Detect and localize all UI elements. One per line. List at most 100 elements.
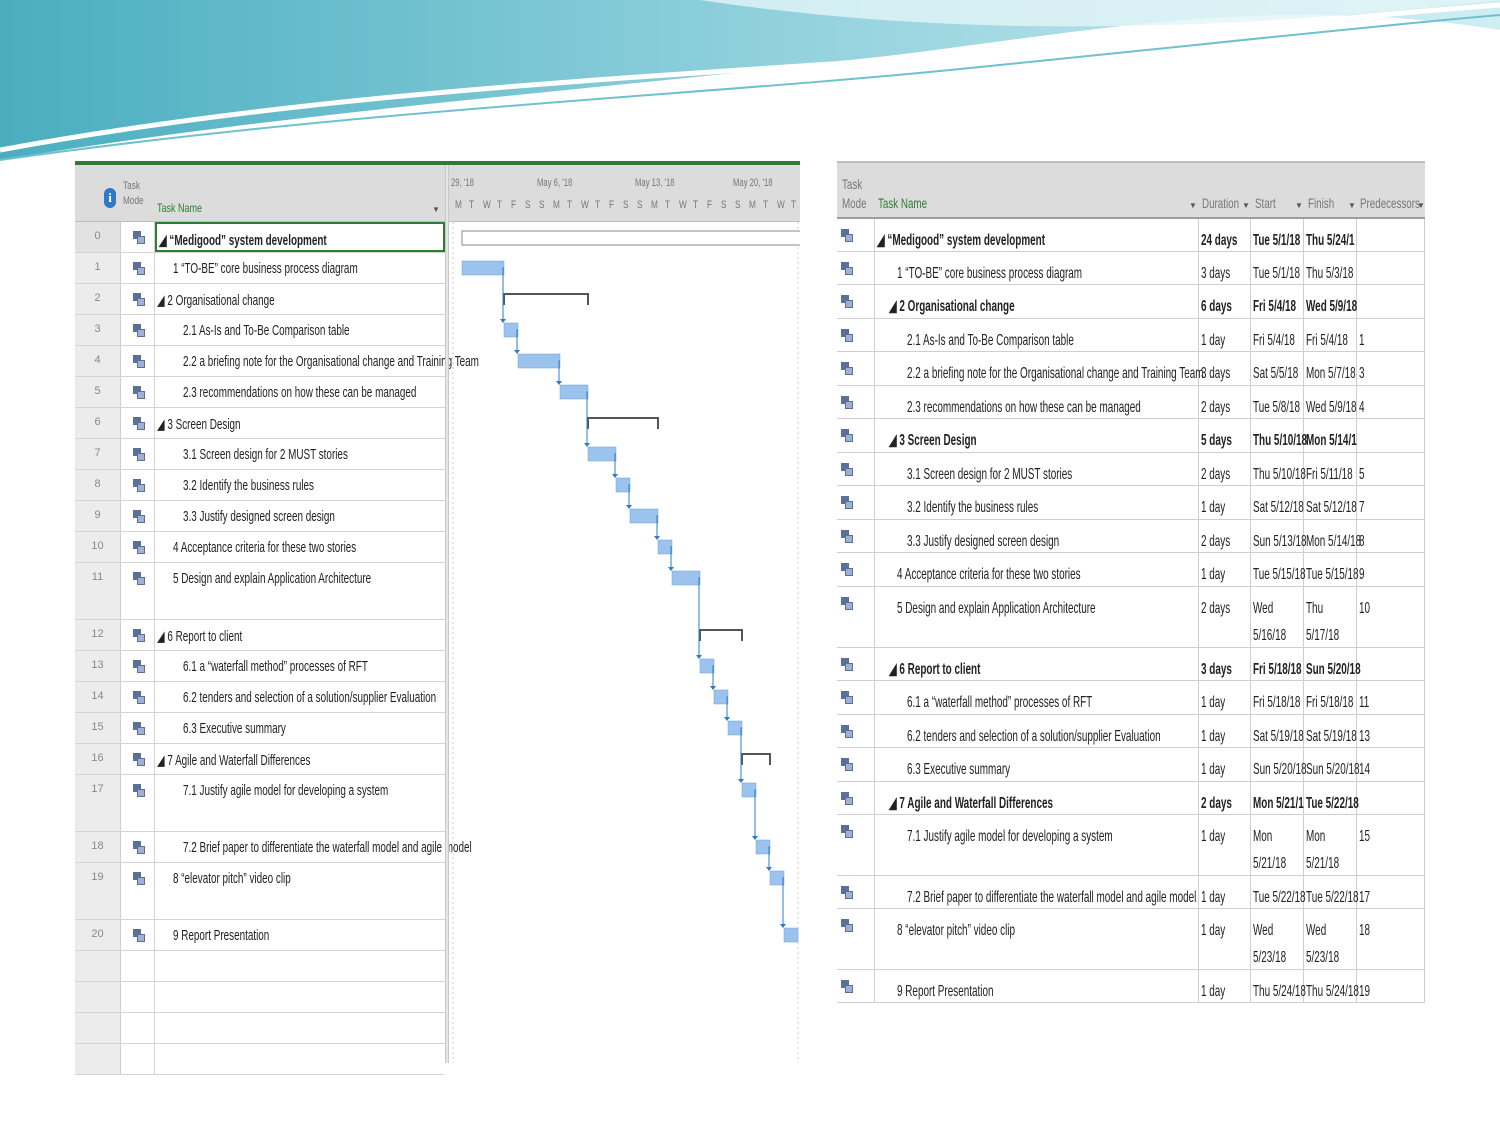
task-mode-cell[interactable]	[837, 285, 875, 318]
task-bar[interactable]	[727, 720, 743, 736]
task-mode-cell[interactable]	[837, 782, 875, 814]
predecessors-cell[interactable]: 18	[1357, 909, 1425, 969]
task-name-cell[interactable]: 6.2 tenders and selection of a solution/…	[155, 682, 445, 712]
task-bar[interactable]	[503, 322, 519, 338]
summary-bar[interactable]	[699, 629, 743, 641]
table-row[interactable]: ◢ 2 Organisational change 6 days Fri 5/4/1…	[837, 285, 1425, 319]
task-bar[interactable]	[629, 508, 659, 524]
table-row[interactable]: 9 3.3 Justify designed screen design	[75, 501, 445, 532]
task-mode-cell[interactable]	[121, 920, 155, 950]
row-id[interactable]: 2	[75, 284, 121, 314]
row-id[interactable]: 0	[75, 222, 121, 252]
task-mode-cell[interactable]	[837, 648, 875, 680]
task-mode-cell[interactable]	[837, 970, 875, 1002]
task-name-cell[interactable]: 2.3 recommendations on how these can be …	[875, 386, 1199, 418]
task-mode-cell[interactable]	[837, 520, 875, 552]
start-cell[interactable]: Sun 5/20/18	[1251, 748, 1307, 781]
task-name-cell[interactable]: 2.3 recommendations on how these can be …	[155, 377, 445, 407]
duration-cell[interactable]: 1 day	[1199, 553, 1251, 586]
table-row[interactable]: ◢ “Medigood” system development 24 days Tu…	[837, 219, 1425, 252]
duration-cell[interactable]: 3 days	[1199, 648, 1251, 680]
predecessors-cell[interactable]: 9	[1357, 553, 1425, 586]
start-cell[interactable]: Tue 5/22/18	[1251, 876, 1306, 908]
table-row[interactable]: 1 “TO-BE” core business process diagram 3…	[837, 252, 1425, 285]
predecessors-cell[interactable]: 1	[1357, 319, 1425, 351]
task-mode-cell[interactable]	[121, 284, 155, 314]
task-name-cell[interactable]: 5 Design and explain Application Archite…	[875, 587, 1199, 647]
info-icon[interactable]: i	[104, 188, 116, 208]
task-name-cell[interactable]: 2.1 As-Is and To-Be Comparison table	[155, 315, 445, 345]
row-id[interactable]: 5	[75, 377, 121, 407]
start-cell[interactable]: Tue 5/15/18	[1251, 553, 1306, 586]
table-row[interactable]: 13 6.1 a “waterfall method” processes of …	[75, 651, 445, 682]
row-id[interactable]: 20	[75, 920, 121, 950]
predecessors-cell[interactable]: 11	[1357, 681, 1425, 714]
task-name-cell[interactable]: 4 Acceptance criteria for these two stor…	[875, 553, 1199, 586]
task-name-cell[interactable]: 8 “elevator pitch” video clip	[875, 909, 1199, 969]
finish-cell[interactable]: Sun 5/20/18	[1304, 648, 1361, 680]
row-id[interactable]: 16	[75, 744, 121, 774]
empty-row[interactable]	[75, 982, 445, 1013]
task-mode-cell[interactable]	[121, 620, 155, 650]
duration-cell[interactable]: 1 day	[1199, 815, 1251, 875]
table-row[interactable]: 0 ◢ “Medigood” system development	[75, 222, 445, 253]
start-cell[interactable]: Thu 5/10/18	[1251, 419, 1307, 452]
task-name-cell[interactable]: ◢ 2 Organisational change	[875, 285, 1199, 318]
task-bar[interactable]	[517, 353, 561, 369]
task-mode-cell[interactable]	[837, 748, 875, 781]
duration-cell[interactable]: 2 days	[1199, 520, 1251, 552]
task-mode-cell[interactable]	[121, 439, 155, 469]
task-name-cell[interactable]: 6.2 tenders and selection of a solution/…	[875, 715, 1199, 747]
finish-cell[interactable]: Fri 5/4/18	[1304, 319, 1357, 351]
start-cell[interactable]: Mon 5/21/1	[1251, 782, 1304, 814]
task-bar[interactable]	[713, 689, 729, 705]
row-id[interactable]: 3	[75, 315, 121, 345]
chevron-down-icon[interactable]: ▼	[1242, 201, 1250, 210]
finish-cell[interactable]: Fri 5/11/18	[1304, 453, 1357, 485]
predecessors-cell[interactable]	[1357, 219, 1425, 251]
table-row[interactable]: 7 3.1 Screen design for 2 MUST stories	[75, 439, 445, 470]
duration-cell[interactable]: 1 day	[1199, 715, 1251, 747]
table-row[interactable]: 16 ◢ 7 Agile and Waterfall Differences	[75, 744, 445, 775]
summary-bar[interactable]	[741, 753, 771, 765]
table-row[interactable]: 1 1 “TO-BE” core business process diagram	[75, 253, 445, 284]
start-cell[interactable]: Fri 5/18/18	[1251, 681, 1304, 714]
chevron-down-icon[interactable]: ▼	[1348, 201, 1356, 210]
chevron-down-icon[interactable]: ▼	[432, 205, 440, 214]
row-id[interactable]: 11	[75, 563, 121, 619]
row-id[interactable]: 12	[75, 620, 121, 650]
task-mode-cell[interactable]	[121, 470, 155, 500]
task-name-cell[interactable]: 5 Design and explain Application Archite…	[155, 563, 445, 619]
finish-header[interactable]: Finish	[1308, 195, 1334, 211]
start-cell[interactable]: Thu 5/10/18	[1251, 453, 1306, 485]
row-id[interactable]: 6	[75, 408, 121, 438]
table-row[interactable]: 5 Design and explain Application Archite…	[837, 587, 1425, 648]
duration-cell[interactable]: 1 day	[1199, 876, 1251, 908]
task-mode-cell[interactable]	[121, 563, 155, 619]
row-id[interactable]: 7	[75, 439, 121, 469]
table-row[interactable]: 3.1 Screen design for 2 MUST stories 2 da…	[837, 453, 1425, 486]
table-row[interactable]: 6.2 tenders and selection of a solution/…	[837, 715, 1425, 748]
task-bar[interactable]	[559, 384, 589, 400]
task-mode-header[interactable]: Task Mode	[842, 175, 870, 213]
task-name-cell[interactable]: 7.2 Brief paper to differentiate the wat…	[875, 876, 1199, 908]
task-mode-cell[interactable]	[121, 222, 155, 252]
task-name-cell[interactable]: 2.2 a briefing note for the Organisation…	[155, 346, 479, 376]
task-name-cell[interactable]: 1 “TO-BE” core business process diagram	[875, 252, 1199, 284]
finish-cell[interactable]: Sat 5/19/18	[1304, 715, 1357, 747]
table-row[interactable]: 3.3 Justify designed screen design 2 days…	[837, 520, 1425, 553]
finish-cell[interactable]: Sun 5/20/18	[1304, 748, 1360, 781]
table-row[interactable]: 12 ◢ 6 Report to client	[75, 620, 445, 651]
task-mode-cell[interactable]	[837, 553, 875, 586]
duration-cell[interactable]: 3 days	[1199, 252, 1251, 284]
task-name-cell[interactable]: 6.3 Executive summary	[155, 713, 445, 743]
table-row[interactable]: 18 7.2 Brief paper to differentiate the w…	[75, 832, 472, 863]
table-row[interactable]: 6.1 a “waterfall method” processes of RF…	[837, 681, 1425, 715]
task-name-cell[interactable]: 6.1 a “waterfall method” processes of RF…	[875, 681, 1199, 714]
task-mode-cell[interactable]	[837, 319, 875, 351]
task-mode-cell[interactable]	[121, 682, 155, 712]
task-name-cell[interactable]: ◢ 3 Screen Design	[155, 408, 445, 438]
table-row[interactable]: 6 ◢ 3 Screen Design	[75, 408, 445, 439]
row-id[interactable]: 8	[75, 470, 121, 500]
start-cell[interactable]: Fri 5/4/18	[1251, 285, 1304, 318]
